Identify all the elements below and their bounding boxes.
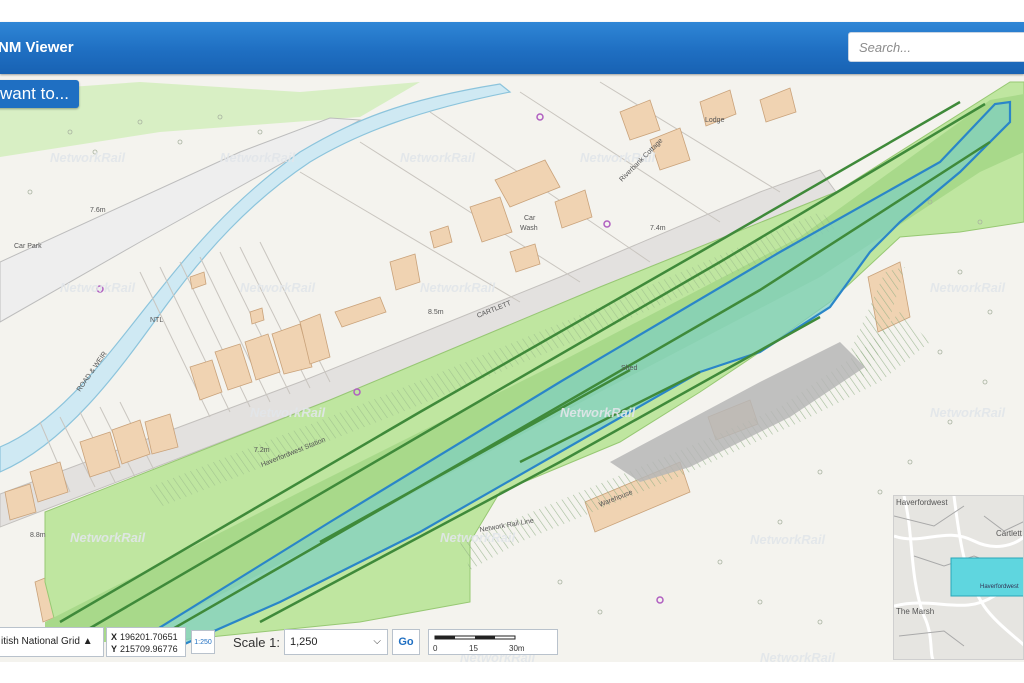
scale-value: 1,250 [290,636,318,648]
overview-label-right: Cartlett [996,529,1023,538]
scale-preset-button[interactable]: 1:250 [191,630,215,654]
scalebar-tick: 0 [433,644,438,653]
overview-extent [950,557,1023,597]
svg-text:NetworkRail: NetworkRail [220,150,296,165]
coordinate-system-label: itish National Grid [1,636,80,647]
status-bar: itish National Grid ▲ X 196201.70651 Y 215… [0,624,560,660]
map-canvas[interactable]: NetworkRail NetworkRail NetworkRail Netw… [0,22,1024,662]
label-elevation-2: 8.5m [428,309,444,316]
svg-text:NetworkRail: NetworkRail [760,650,836,662]
app-title: NM Viewer [0,39,74,56]
svg-text:NetworkRail: NetworkRail [250,405,326,420]
coordinate-readout: X 196201.70651 Y 215709.96776 [106,627,186,657]
scalebar-tick: 30m [509,644,525,653]
label-elevation-1: 7.6m [90,207,106,214]
scale-label: Scale 1: [233,635,280,650]
svg-text:NetworkRail: NetworkRail [60,280,136,295]
scale-select[interactable]: 1,250 ⌵ [284,629,388,655]
svg-text:NetworkRail: NetworkRail [750,532,826,547]
scale-bar: 0 15 30m [428,629,558,655]
y-coordinate: Y 215709.96776 [111,644,178,654]
label-elevation-3: 7.4m [650,225,666,232]
i-want-to-button[interactable]: want to... [0,80,79,108]
label-ntl: NTL [150,317,163,324]
overview-extent-label: Haverfordwest [980,584,1019,590]
chevron-down-icon: ⌵ [373,636,381,647]
svg-text:NetworkRail: NetworkRail [930,280,1006,295]
label-car-wash-2: Wash [520,225,538,232]
svg-text:NetworkRail: NetworkRail [560,405,636,420]
svg-text:NetworkRail: NetworkRail [70,530,146,545]
overview-label-bottom: The Marsh [896,607,934,616]
overview-label-top: Haverfordwest [896,498,948,507]
label-shed: Shed [621,365,637,372]
svg-text:NetworkRail: NetworkRail [400,150,476,165]
label-car-park: Car Park [14,243,42,250]
label-elevation-5: 7.2m [254,447,270,454]
svg-text:NetworkRail: NetworkRail [420,280,496,295]
label-car-wash: Car [524,215,536,222]
x-coordinate: X 196201.70651 [111,632,178,642]
svg-text:NetworkRail: NetworkRail [440,530,516,545]
label-elevation-4: 8.8m [30,532,46,539]
overview-map[interactable]: Haverfordwest Cartlett The Marsh Haverfo… [893,495,1024,660]
coordinate-system-selector[interactable]: itish National Grid ▲ [0,627,104,657]
svg-text:NetworkRail: NetworkRail [240,280,316,295]
svg-text:NetworkRail: NetworkRail [930,405,1006,420]
svg-text:NetworkRail: NetworkRail [50,150,126,165]
scale-preset-label: 1:250 [194,639,212,646]
label-lodge: Lodge [705,117,725,124]
triangle-up-icon: ▲ [82,636,93,647]
go-button[interactable]: Go [392,629,420,655]
search-input[interactable] [848,32,1024,62]
map-viewport[interactable]: NetworkRail NetworkRail NetworkRail Netw… [0,22,1024,662]
scalebar-tick: 15 [469,644,478,653]
